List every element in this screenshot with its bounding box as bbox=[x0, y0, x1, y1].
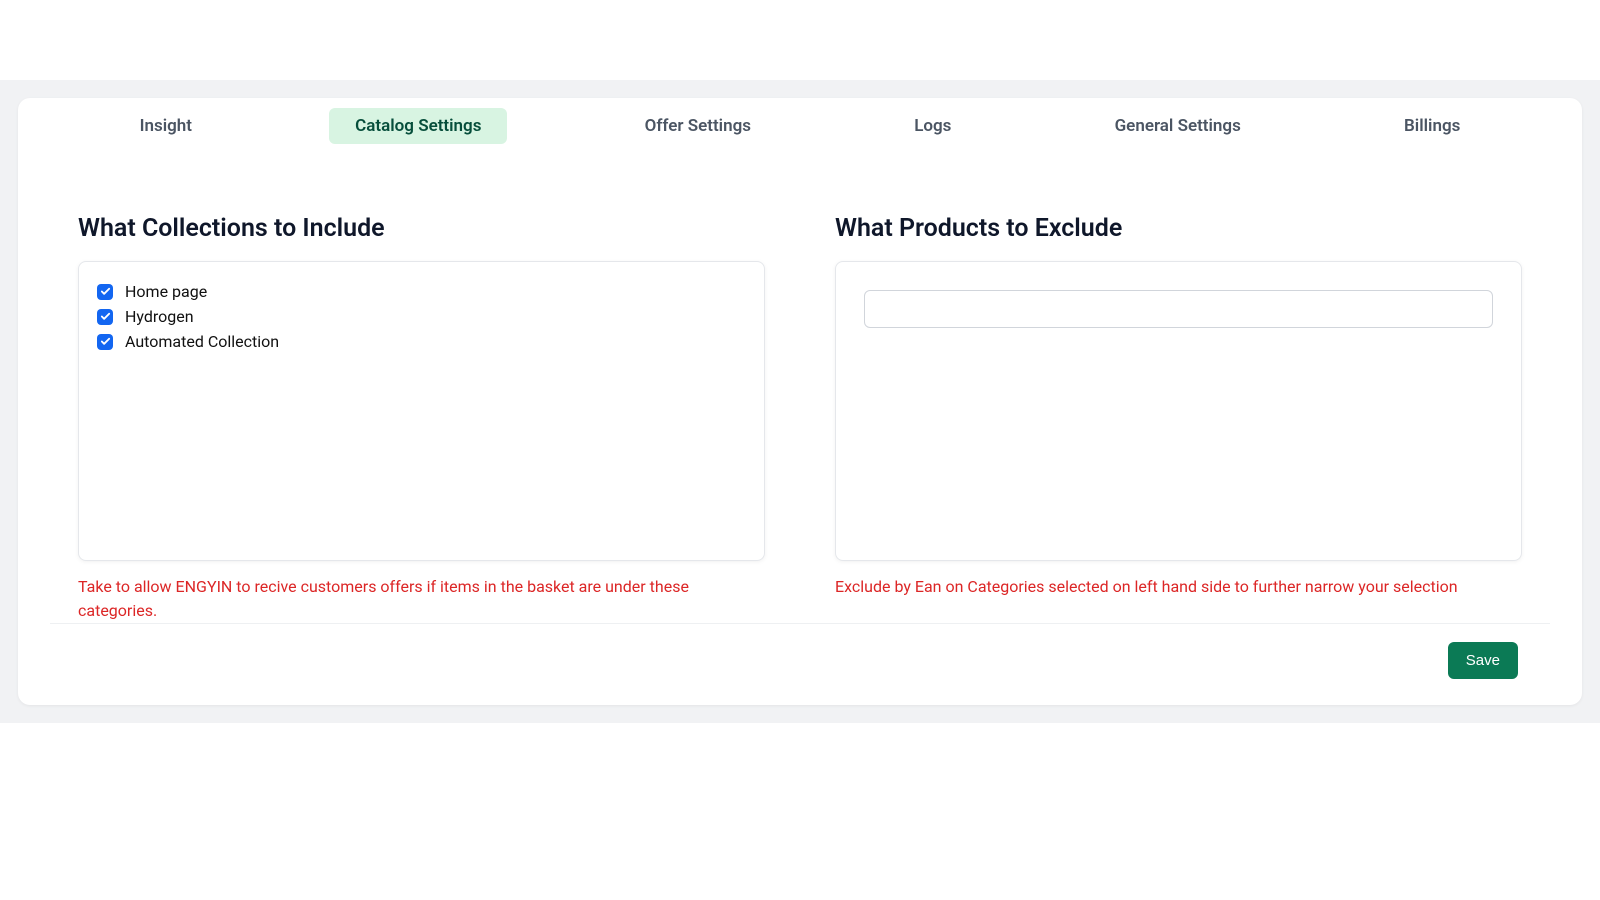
include-column: What Collections to Include Home page Hy… bbox=[78, 214, 765, 623]
exclude-title: What Products to Exclude bbox=[835, 214, 1522, 243]
exclude-column: What Products to Exclude Exclude by Ean … bbox=[835, 214, 1522, 623]
exclude-input[interactable] bbox=[864, 290, 1493, 328]
collection-label: Hydrogen bbox=[125, 307, 194, 326]
check-icon bbox=[100, 311, 111, 322]
exclude-helper-text: Exclude by Ean on Categories selected on… bbox=[835, 575, 1522, 599]
tab-billings[interactable]: Billings bbox=[1378, 108, 1486, 144]
tab-offer-settings[interactable]: Offer Settings bbox=[619, 108, 777, 144]
footer-bar: Save bbox=[50, 623, 1550, 679]
collection-label: Automated Collection bbox=[125, 332, 279, 351]
check-icon bbox=[100, 336, 111, 347]
include-title: What Collections to Include bbox=[78, 214, 765, 243]
tab-insight[interactable]: Insight bbox=[114, 108, 218, 144]
checkbox[interactable] bbox=[97, 309, 113, 325]
tab-general-settings[interactable]: General Settings bbox=[1089, 108, 1267, 144]
tab-catalog-settings[interactable]: Catalog Settings bbox=[329, 108, 507, 144]
check-icon bbox=[100, 286, 111, 297]
collection-row[interactable]: Automated Collection bbox=[97, 332, 746, 351]
tabs-bar: Insight Catalog Settings Offer Settings … bbox=[18, 98, 1582, 154]
exclude-panel bbox=[835, 261, 1522, 561]
tab-logs[interactable]: Logs bbox=[888, 108, 977, 144]
collection-row[interactable]: Home page bbox=[97, 282, 746, 301]
save-button[interactable]: Save bbox=[1448, 642, 1518, 679]
collection-label: Home page bbox=[125, 282, 207, 301]
include-helper-text: Take to allow ENGYIN to recive customers… bbox=[78, 575, 765, 623]
include-panel: Home page Hydrogen Automated Collection bbox=[78, 261, 765, 561]
collection-row[interactable]: Hydrogen bbox=[97, 307, 746, 326]
checkbox[interactable] bbox=[97, 334, 113, 350]
checkbox[interactable] bbox=[97, 284, 113, 300]
